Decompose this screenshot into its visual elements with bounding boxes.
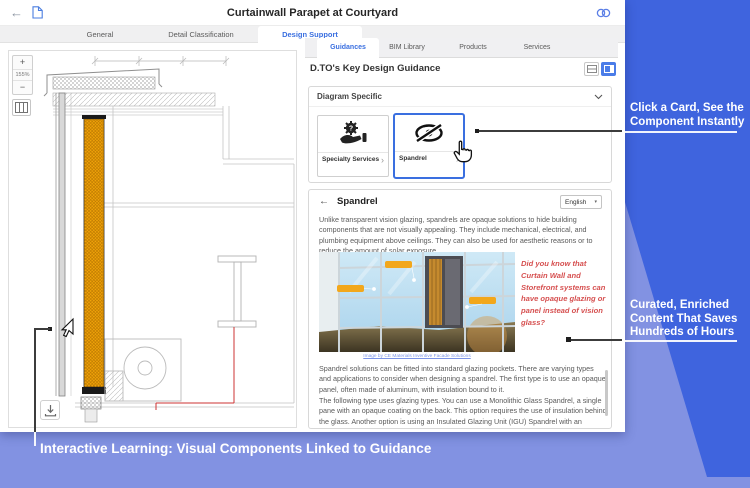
tab-detail-classification[interactable]: Detail Classification	[146, 26, 256, 43]
zoom-out-button[interactable]: −	[13, 81, 32, 94]
drawing-viewport[interactable]	[8, 50, 297, 428]
download-button[interactable]	[40, 400, 60, 420]
did-you-know-callout: Did you know that Curtain Wall and Store…	[521, 258, 609, 329]
image-caption-link[interactable]: Image by CE Materials Inventive Facade S…	[319, 354, 515, 359]
download-icon	[44, 404, 57, 417]
dimension-line	[92, 56, 229, 66]
guidance-tab-bar: Guidances BIM Library Products Services	[305, 38, 618, 58]
tab-guidances[interactable]: Guidances	[317, 38, 379, 58]
page-title: Curtainwall Parapet at Courtyard	[0, 0, 625, 26]
tab-bim-library[interactable]: BIM Library	[381, 38, 433, 58]
language-value: English	[565, 199, 586, 206]
specialty-services-icon: ?	[338, 121, 368, 147]
spandrel-article: ← Spandrel English ▾ Unlike transparent …	[308, 189, 612, 429]
section-title: Diagram Specific	[317, 92, 382, 101]
facade-photo	[319, 252, 515, 352]
share-link-icon[interactable]	[596, 7, 611, 19]
floor-lines	[75, 403, 294, 407]
chevron-right-icon: ›	[381, 155, 384, 165]
article-back-button[interactable]: ←	[319, 196, 329, 207]
fan-unit	[105, 339, 181, 401]
card-specialty-services[interactable]: ? Specialty Services ›	[317, 115, 389, 177]
guidance-heading: D.TO's Key Design Guidance	[310, 63, 440, 74]
app-header: ← Curtainwall Parapet at Courtyard	[0, 0, 625, 26]
annotation-content-callout: Curated, Enriched Content That Saves Hun…	[630, 299, 748, 340]
tab-services[interactable]: Services	[513, 38, 561, 58]
zoom-level: 155%	[13, 69, 32, 81]
marketing-slide-background: ← Curtainwall Parapet at Courtyard Gener…	[0, 0, 750, 488]
chevron-down-icon	[594, 94, 603, 100]
article-title: Spandrel	[337, 196, 378, 207]
steel-beam	[218, 256, 256, 327]
spandrel-panel[interactable]	[82, 115, 106, 394]
mullion	[59, 93, 65, 396]
annotation-bottom-callout: Interactive Learning: Visual Components …	[40, 441, 431, 456]
split-pane-icon	[604, 65, 614, 73]
leader-underline-card	[622, 131, 737, 133]
leader-line-content	[571, 339, 622, 341]
leader-underline-content	[622, 340, 737, 342]
mullion-anchor	[81, 397, 101, 422]
tab-products[interactable]: Products	[449, 38, 497, 58]
leader-line-card	[479, 130, 622, 132]
diagram-specific-section: Diagram Specific ? Specialty Services ›	[308, 86, 612, 183]
zoom-control: + 155% −	[12, 55, 33, 95]
click-hand-icon	[450, 140, 474, 164]
leader-line-drawing-v	[34, 328, 36, 432]
leader-line-drawing-white	[34, 432, 36, 446]
card-label: Specialty Services	[322, 156, 379, 164]
section-header[interactable]: Diagram Specific	[309, 87, 611, 107]
pane-icon	[587, 65, 597, 73]
leader-line-drawing-h	[34, 328, 50, 330]
svg-text:?: ?	[349, 126, 353, 133]
layout-toggle-button[interactable]	[12, 99, 31, 116]
article-paragraph-2: Spandrel solutions can be fitted into st…	[319, 364, 607, 395]
select-caret-icon: ▾	[594, 199, 597, 205]
spandrel-hidden-icon	[413, 122, 445, 144]
split-view-button[interactable]	[601, 62, 616, 76]
technical-drawing	[9, 51, 296, 427]
tab-general[interactable]: General	[58, 26, 142, 43]
annotation-card-callout: Click a Card, See the Component Instantl…	[630, 102, 745, 129]
roof-membrane-lines	[53, 109, 223, 115]
article-scrollbar[interactable]	[605, 370, 608, 416]
article-paragraph-3: The following type uses glazing types. Y…	[319, 396, 607, 429]
columns-icon	[15, 102, 28, 113]
app-window: ← Curtainwall Parapet at Courtyard Gener…	[0, 0, 625, 432]
language-select[interactable]: English ▾	[560, 195, 602, 209]
card-label: Spandrel	[399, 155, 427, 163]
roof-insulation-hatch	[53, 93, 215, 106]
single-view-button[interactable]	[584, 62, 599, 76]
red-reference-line	[156, 327, 234, 410]
zoom-in-button[interactable]: +	[13, 56, 32, 69]
article-paragraph-1: Unlike transparent vision glazing, spand…	[319, 215, 605, 257]
wood-blocking-hatch	[53, 77, 155, 89]
